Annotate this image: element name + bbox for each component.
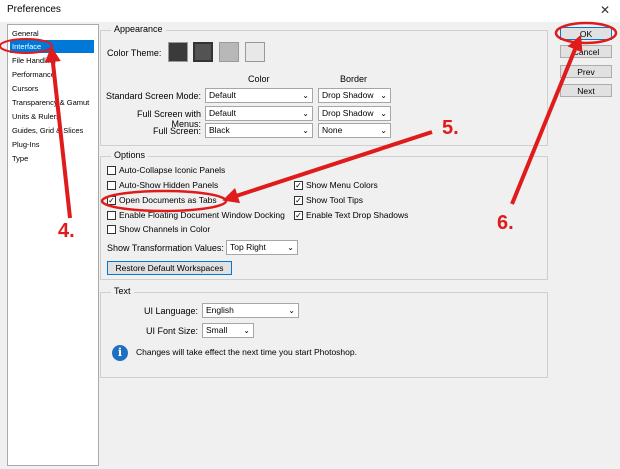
theme-swatch-light[interactable] xyxy=(219,42,239,62)
sidebar-item-units[interactable]: Units & Rulers xyxy=(10,110,94,123)
text-group-label: Text xyxy=(111,286,134,296)
floating-docking-label: Enable Floating Document Window Docking xyxy=(119,210,285,220)
floating-docking-checkbox[interactable] xyxy=(107,211,116,220)
fullscreen-color-select[interactable]: Black ⌄ xyxy=(205,123,313,138)
menus-border-value: Drop Shadow xyxy=(322,108,374,118)
full-screen-label: Full Screen: xyxy=(152,126,201,136)
theme-swatch-dark[interactable] xyxy=(193,42,213,62)
channels-color-label: Show Channels in Color xyxy=(119,224,211,234)
chevron-down-icon: ⌄ xyxy=(380,91,387,100)
channels-color-checkbox[interactable] xyxy=(107,225,116,234)
sidebar-item-transparency[interactable]: Transparency & Gamut xyxy=(10,96,94,109)
ui-language-select[interactable]: English ⌄ xyxy=(202,303,299,318)
chevron-down-icon: ⌄ xyxy=(287,243,294,252)
step-4-label: 4. xyxy=(58,220,75,242)
ui-font-size-select[interactable]: Small ⌄ xyxy=(202,323,254,338)
transform-values-value: Top Right xyxy=(230,242,266,252)
ui-language-label: UI Language: xyxy=(143,306,198,316)
theme-swatch-darkest[interactable] xyxy=(168,42,188,62)
auto-show-label: Auto-Show Hidden Panels xyxy=(119,180,219,190)
auto-collapse-checkbox[interactable] xyxy=(107,166,116,175)
step-5-label: 5. xyxy=(442,117,459,139)
chevron-down-icon: ⌄ xyxy=(302,91,309,100)
ok-button[interactable]: OK xyxy=(560,27,612,40)
fullscreen-border-select[interactable]: None ⌄ xyxy=(318,123,391,138)
sidebar-item-plugins[interactable]: Plug-Ins xyxy=(10,138,94,151)
menu-colors-checkbox[interactable]: ✓ xyxy=(294,181,303,190)
options-group-label: Options xyxy=(111,150,149,160)
menus-color-value: Default xyxy=(209,108,236,118)
transform-values-select[interactable]: Top Right ⌄ xyxy=(226,240,298,255)
sidebar-item-performance[interactable]: Performance xyxy=(10,68,94,81)
sidebar-item-file-handling[interactable]: File Handling xyxy=(10,54,94,67)
fullscreen-color-value: Black xyxy=(209,125,230,135)
text-drop-shadows-checkbox[interactable]: ✓ xyxy=(294,211,303,220)
standard-color-select[interactable]: Default ⌄ xyxy=(205,88,313,103)
border-column-header: Border xyxy=(340,74,368,84)
info-message: Changes will take effect the next time y… xyxy=(136,347,357,357)
next-button[interactable]: Next xyxy=(560,84,612,97)
sidebar-item-interface[interactable]: Interface xyxy=(10,40,94,53)
close-icon[interactable]: ✕ xyxy=(600,3,610,17)
color-theme-label: Color Theme: xyxy=(107,48,162,58)
step-6-label: 6. xyxy=(497,212,514,234)
color-column-header: Color xyxy=(248,74,270,84)
ui-language-value: English xyxy=(206,305,234,315)
chevron-down-icon: ⌄ xyxy=(380,126,387,135)
menus-border-select[interactable]: Drop Shadow ⌄ xyxy=(318,106,391,121)
appearance-group-label: Appearance xyxy=(111,24,166,34)
auto-collapse-label: Auto-Collapse Iconic Panels xyxy=(119,165,226,175)
sidebar-item-cursors[interactable]: Cursors xyxy=(10,82,94,95)
standard-border-select[interactable]: Drop Shadow ⌄ xyxy=(318,88,391,103)
chevron-down-icon: ⌄ xyxy=(302,109,309,118)
ui-font-size-value: Small xyxy=(206,325,228,335)
ui-font-size-label: UI Font Size: xyxy=(145,326,198,336)
open-docs-tabs-checkbox[interactable]: ✓ xyxy=(107,196,116,205)
transform-values-label: Show Transformation Values: xyxy=(107,243,224,253)
standard-screen-mode-label: Standard Screen Mode: xyxy=(105,91,201,101)
category-list[interactable]: General Interface File Handling Performa… xyxy=(7,24,99,466)
sidebar-item-guides[interactable]: Guides, Grid & Slices xyxy=(10,124,94,137)
theme-swatch-lightest[interactable] xyxy=(245,42,265,62)
window-title: Preferences xyxy=(7,4,61,15)
standard-border-value: Drop Shadow xyxy=(322,90,374,100)
title-bar xyxy=(0,0,620,22)
tool-tips-checkbox[interactable]: ✓ xyxy=(294,196,303,205)
standard-color-value: Default xyxy=(209,90,236,100)
chevron-down-icon: ⌄ xyxy=(380,109,387,118)
cancel-button[interactable]: Cancel xyxy=(560,45,612,58)
sidebar-item-type[interactable]: Type xyxy=(10,152,94,165)
auto-show-checkbox[interactable] xyxy=(107,181,116,190)
text-drop-shadows-label: Enable Text Drop Shadows xyxy=(306,210,409,220)
menu-colors-label: Show Menu Colors xyxy=(306,180,378,190)
info-icon: i xyxy=(112,345,128,361)
sidebar-item-general[interactable]: General xyxy=(10,27,94,40)
restore-workspaces-button[interactable]: Restore Default Workspaces xyxy=(107,261,232,275)
open-docs-tabs-label: Open Documents as Tabs xyxy=(119,195,217,205)
chevron-down-icon: ⌄ xyxy=(243,326,250,335)
menus-color-select[interactable]: Default ⌄ xyxy=(205,106,313,121)
tool-tips-label: Show Tool Tips xyxy=(306,195,364,205)
fullscreen-border-value: None xyxy=(322,125,343,135)
chevron-down-icon: ⌄ xyxy=(288,306,295,315)
chevron-down-icon: ⌄ xyxy=(302,126,309,135)
prev-button[interactable]: Prev xyxy=(560,65,612,78)
